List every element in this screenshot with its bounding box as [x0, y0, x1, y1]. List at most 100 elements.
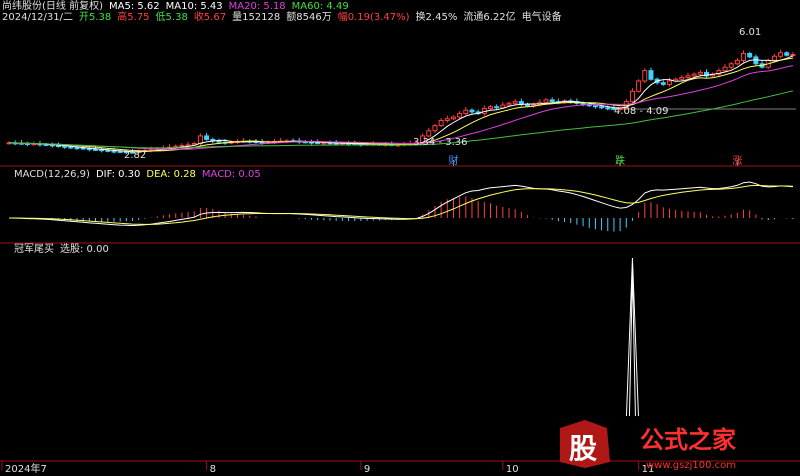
- candle-body: [636, 80, 642, 92]
- ohlc-item-6: 额8546万: [286, 10, 331, 23]
- moving-average-lines: [9, 55, 794, 153]
- candlesticks: [6, 49, 796, 155]
- axis-label-2: 9: [364, 464, 370, 475]
- candle-body: [204, 135, 210, 140]
- range-label: 4.08 - 4.09: [614, 106, 669, 117]
- candle-body: [543, 99, 549, 103]
- candle-body: [722, 66, 728, 72]
- ma5-line: [9, 55, 794, 153]
- ohlc-item-2: 高5.75: [117, 10, 149, 23]
- macd-item-0: MACD(12,26,9): [14, 169, 90, 180]
- ohlc-item-8: 换2.45%: [416, 10, 458, 23]
- candle-body: [179, 145, 185, 148]
- indicator-panel: [625, 257, 639, 417]
- ma10-line: [9, 57, 793, 152]
- candle-body: [741, 52, 747, 61]
- axis-label-0: 2024年7: [5, 462, 47, 475]
- candle-body: [457, 113, 463, 118]
- indicator-item-1: 选股: 0.00: [60, 242, 109, 255]
- time-axis: 2024年7 8 9 10 11: [1, 461, 654, 475]
- candle-body: [599, 106, 605, 109]
- ohlc-item-9: 流通6.22亿: [463, 10, 515, 23]
- price-header: 尚纬股份(日线 前复权) MA5: 5.62 MA10: 5.43 MA20: 5.1…: [2, 0, 349, 12]
- candle-body: [642, 70, 648, 82]
- event-markers: 财跌涨: [448, 154, 742, 167]
- axis-label-3: 10: [506, 464, 519, 475]
- ohlc-item-10: 电气设备: [522, 10, 562, 23]
- candle-body: [549, 99, 555, 103]
- candle-body: [648, 70, 654, 80]
- header-item-3: MA20: 5.18: [229, 1, 286, 12]
- candle-body: [450, 116, 456, 120]
- signal-spike-inner: [628, 269, 636, 417]
- candle-body: [62, 145, 68, 148]
- candle-body: [592, 105, 598, 108]
- candle-body: [784, 52, 790, 56]
- high-label: 6.01: [739, 27, 761, 38]
- candle-body: [173, 145, 179, 148]
- candle-body: [494, 106, 500, 109]
- ohlc-item-5: 量152128: [232, 11, 280, 23]
- ohlc-item-0: 2024/12/31/二: [2, 12, 73, 23]
- event-marker-1: 跌: [615, 154, 625, 167]
- candle-body: [197, 135, 203, 145]
- candle-body: [74, 147, 80, 150]
- candle-body: [55, 145, 61, 148]
- ma60-line: [9, 90, 794, 149]
- candle-body: [92, 148, 98, 151]
- site-watermark: 股 公式之家 www.gszj100.com: [560, 420, 736, 471]
- candle-body: [426, 130, 432, 137]
- candle-body: [68, 146, 74, 149]
- event-marker-0: 财: [448, 154, 458, 167]
- candle-body: [778, 52, 784, 57]
- indicator-item-0: 冠军尾买: [14, 243, 54, 255]
- candle-body: [99, 149, 105, 152]
- watermark-text: 公式之家: [640, 425, 736, 454]
- candle-body: [506, 102, 512, 106]
- candle-body: [679, 77, 685, 80]
- candle-body: [469, 109, 475, 113]
- macd-item-1: DIF: 0.30: [96, 169, 140, 180]
- panel-frame: [0, 165, 800, 462]
- candle-body: [697, 71, 703, 75]
- ohlc-item-7: 幅0.19(3.47%): [338, 10, 410, 23]
- candle-body: [605, 107, 611, 110]
- watermark-char: 股: [569, 432, 597, 465]
- low-label-2: 3.34 - 3.36: [413, 137, 468, 148]
- candle-body: [111, 150, 117, 153]
- candle-body: [512, 101, 518, 104]
- candle-body: [790, 54, 796, 57]
- macd-header: MACD(12,26,9) DIF: 0.30 DEA: 0.28 MACD: 0.0…: [14, 169, 261, 180]
- header-item-2: MA10: 5.43: [166, 1, 223, 12]
- ohlc-item-1: 开5.38: [79, 12, 111, 23]
- ohlc-item-4: 收5.67: [194, 10, 226, 23]
- candle-body: [86, 148, 92, 151]
- candle-body: [432, 125, 438, 132]
- header-item-1: MA5: 5.62: [109, 1, 160, 12]
- candle-body: [487, 106, 493, 109]
- macd-item-3: MACD: 0.05: [202, 169, 261, 180]
- candle-body: [629, 90, 635, 103]
- candle-body: [691, 73, 697, 77]
- candle-body: [444, 118, 450, 121]
- candle-body: [734, 59, 740, 65]
- candle-body: [771, 55, 777, 61]
- candle-body: [117, 150, 123, 153]
- candle-body: [438, 119, 444, 127]
- low-label-1: 2.82: [124, 150, 146, 161]
- candle-body: [216, 140, 222, 143]
- indicator-header: 冠军尾买 选股: 0.00: [14, 242, 109, 255]
- candle-body: [685, 75, 691, 79]
- header-item-4: MA60: 4.49: [292, 1, 349, 12]
- macd-item-2: DEA: 0.28: [146, 169, 196, 180]
- ohlc-item-3: 低5.38: [156, 10, 188, 23]
- candle-body: [660, 82, 666, 85]
- macd-panel: [9, 181, 794, 232]
- candle-body: [580, 102, 586, 105]
- axis-label-1: 8: [210, 464, 216, 475]
- header-item-0: 尚纬股份(日线 前复权): [2, 0, 103, 12]
- candle-body: [666, 80, 672, 85]
- stock-chart: 尚纬股份(日线 前复权) MA5: 5.62 MA10: 5.43 MA20: 5.1…: [0, 0, 800, 475]
- candle-body: [728, 63, 734, 68]
- candle-body: [321, 142, 327, 145]
